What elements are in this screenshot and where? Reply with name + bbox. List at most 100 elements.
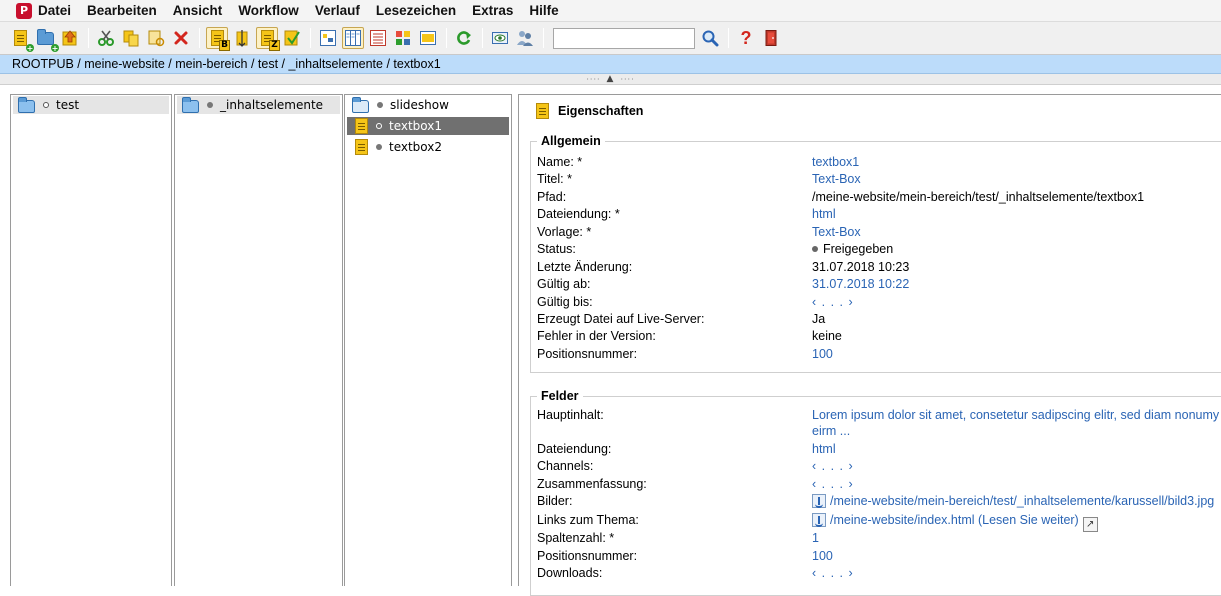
columns-view-icon: [345, 30, 361, 46]
validate-button[interactable]: [281, 27, 303, 49]
search-button[interactable]: [699, 27, 721, 49]
delete-button[interactable]: [170, 27, 192, 49]
grid-view-icon: [396, 31, 410, 45]
view-columns-button[interactable]: [342, 27, 364, 49]
valid-until-value[interactable]: ‹ . . . ›: [812, 294, 854, 311]
new-file-button[interactable]: +: [9, 27, 34, 53]
document-icon: [355, 139, 368, 155]
search-icon: [702, 30, 719, 47]
help-button[interactable]: ?: [735, 27, 757, 49]
column-item-slideshow[interactable]: slideshow: [347, 96, 509, 114]
document-icon: [536, 102, 549, 119]
folder-icon: [352, 97, 369, 113]
sort-z-button[interactable]: Z: [256, 27, 280, 51]
users-button[interactable]: [514, 27, 536, 49]
collapse-up-icon: ▲: [606, 74, 615, 84]
main-content-value[interactable]: Lorem ipsum dolor sit amet, consetetur s…: [812, 407, 1219, 424]
copy-button[interactable]: [120, 27, 142, 49]
status-value: Freigegeben: [812, 241, 893, 258]
refresh-button[interactable]: [453, 27, 475, 49]
field-extension-value[interactable]: html: [812, 441, 836, 458]
sort-arrow-button[interactable]: [231, 27, 253, 49]
column-item-inhaltselemente[interactable]: _inhaltselemente: [177, 96, 340, 114]
menu-hilfe[interactable]: Hilfe: [529, 3, 558, 18]
menu-workflow[interactable]: Workflow: [238, 3, 299, 18]
column-1: test: [10, 94, 172, 586]
collapse-splitter[interactable]: ···· ▲ ····: [0, 74, 1221, 85]
sort-b-button[interactable]: B: [206, 27, 230, 51]
exit-door-icon: [765, 30, 777, 46]
menu-extras[interactable]: Extras: [472, 3, 513, 18]
new-file-icon: [13, 30, 27, 46]
refresh-icon: [457, 31, 471, 45]
app-logo-icon: P: [16, 2, 32, 19]
search-input[interactable]: [553, 27, 695, 49]
version-errors-value: keine: [812, 329, 842, 343]
upload-button[interactable]: [59, 27, 81, 49]
cut-button[interactable]: [95, 27, 117, 49]
link-icon: [812, 513, 826, 527]
valid-from-value[interactable]: 31.07.2018 10:22: [812, 276, 909, 293]
path-value: /meine-website/mein-bereich/test/_inhalt…: [812, 190, 1145, 204]
position-number-value[interactable]: 100: [812, 346, 833, 363]
column-item-textbox2[interactable]: textbox2: [347, 138, 509, 156]
images-value[interactable]: /meine-website/mein-bereich/test/_inhalt…: [812, 493, 1214, 510]
users-icon: [517, 31, 533, 46]
view-preview-button[interactable]: [417, 27, 439, 49]
delete-icon: [174, 31, 188, 45]
logout-button[interactable]: [760, 27, 782, 49]
extension-value[interactable]: html: [812, 206, 836, 223]
upload-icon: [62, 30, 77, 46]
toolbar: + + B Z ?: [0, 22, 1221, 55]
copy-icon: [123, 30, 139, 47]
name-value[interactable]: textbox1: [812, 154, 859, 171]
related-links-value[interactable]: /meine-website/index.html (Lesen Sie wei…: [812, 512, 1098, 532]
list-view-icon: [370, 30, 386, 46]
live-server-value: Ja: [812, 312, 826, 326]
status-dot-icon: [812, 246, 818, 252]
downloads-value[interactable]: ‹ . . . ›: [812, 565, 854, 582]
sort-icon: [236, 30, 248, 47]
last-modified-value: 31.07.2018 10:23: [812, 260, 910, 274]
help-icon: ?: [740, 27, 752, 48]
view-page-button[interactable]: [489, 27, 511, 49]
menu-verlauf[interactable]: Verlauf: [315, 3, 360, 18]
field-position-number-value[interactable]: 100: [812, 548, 833, 565]
general-legend: Allgemein: [537, 134, 605, 148]
menu-bearbeiten[interactable]: Bearbeiten: [87, 3, 157, 18]
folder-open-icon: [182, 97, 199, 113]
folder-open-icon: [18, 97, 35, 113]
menu-lesezeichen[interactable]: Lesezeichen: [376, 3, 456, 18]
menu-bar: P Datei Bearbeiten Ansicht Workflow Verl…: [0, 0, 1221, 22]
paste-button[interactable]: [145, 27, 167, 49]
new-folder-button[interactable]: +: [34, 27, 59, 53]
checkmark-icon: [284, 30, 300, 46]
status-dot-icon: [376, 144, 382, 150]
fields-legend: Felder: [537, 389, 583, 403]
template-value[interactable]: Text-Box: [812, 224, 861, 241]
breadcrumb[interactable]: ROOTPUB / meine-website / mein-bereich /…: [0, 55, 1221, 74]
menu-datei[interactable]: Datei: [38, 3, 71, 18]
summary-value[interactable]: ‹ . . . ›: [812, 476, 854, 493]
external-link-icon[interactable]: ↗: [1082, 517, 1098, 532]
channels-value[interactable]: ‹ . . . ›: [812, 458, 854, 475]
properties-header: Eigenschaften: [536, 102, 643, 119]
column-item-textbox1[interactable]: textbox1: [347, 117, 509, 135]
scissors-icon: [98, 30, 114, 46]
eye-icon: [492, 32, 508, 44]
status-dot-icon: [43, 102, 49, 108]
fields-fieldset: Felder Hauptinhalt: Lorem ipsum dolor si…: [530, 389, 1221, 596]
paste-icon: [148, 30, 165, 47]
menu-ansicht[interactable]: Ansicht: [173, 3, 223, 18]
view-tree-button[interactable]: [317, 27, 339, 49]
title-value[interactable]: Text-Box: [812, 171, 861, 188]
tree-view-icon: [320, 30, 336, 46]
column-item-test[interactable]: test: [13, 96, 169, 114]
preview-pane-icon: [420, 31, 436, 45]
column-count-value[interactable]: 1: [812, 530, 819, 547]
main-content-value-cont[interactable]: eirm ...: [812, 423, 850, 440]
status-dot-icon: [207, 102, 213, 108]
view-grid-button[interactable]: [392, 27, 414, 49]
column-2: _inhaltselemente: [174, 94, 343, 586]
view-list-button[interactable]: [367, 27, 389, 49]
